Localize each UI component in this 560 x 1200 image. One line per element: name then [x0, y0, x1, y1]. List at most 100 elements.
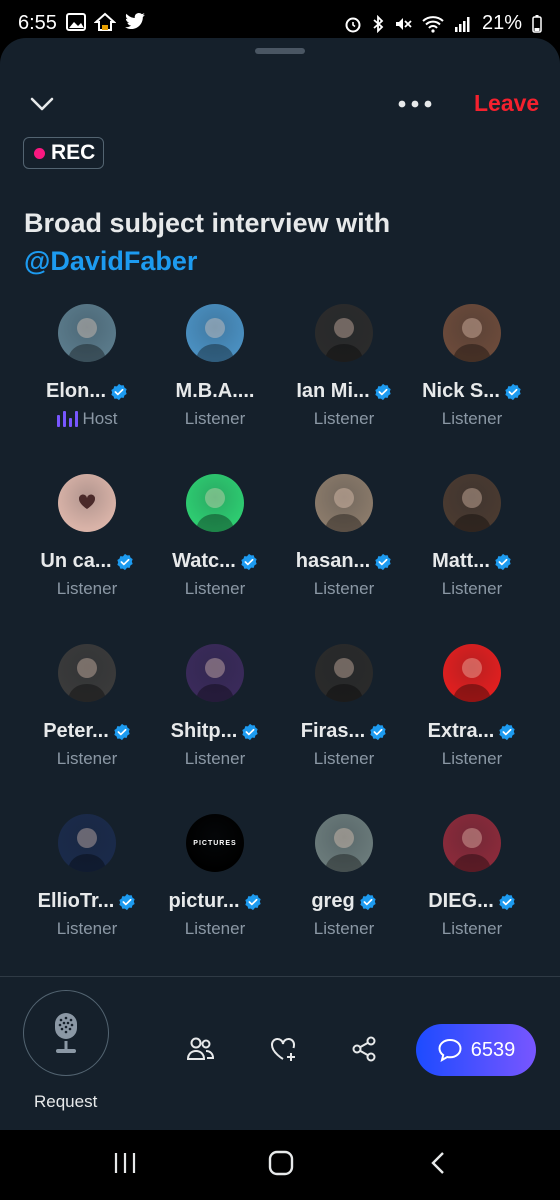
space-title: Broad subject interview with @DavidFaber [24, 204, 534, 280]
participant-item[interactable]: EllioTr... Listener [23, 814, 151, 939]
people-icon[interactable] [185, 1034, 215, 1064]
verified-icon [360, 893, 376, 910]
participant-item[interactable]: Matt... Listener [408, 474, 536, 599]
participant-name-row: DIEG... [408, 890, 536, 913]
avatar[interactable] [186, 474, 244, 532]
participant-name-row: greg [280, 890, 408, 913]
participant-item[interactable]: DIEG... Listener [408, 814, 536, 939]
participant-name: hasan... [295, 550, 371, 572]
participant-item[interactable]: M.B.A.... Listener [151, 304, 279, 429]
participant-item[interactable]: Extra... Listener [408, 644, 536, 769]
sheet-grabber[interactable] [255, 48, 305, 54]
person-silhouette-icon [325, 828, 363, 872]
participant-name: Ian Mi... [296, 380, 370, 402]
participant-item[interactable]: Watc... Listener [151, 474, 279, 599]
mute-icon [395, 17, 412, 30]
participant-name: Un ca... [40, 550, 112, 572]
participant-name: greg [311, 890, 355, 912]
rec-badge: REC [23, 137, 105, 169]
verified-icon [495, 553, 511, 570]
participant-role: Listener [56, 579, 118, 598]
avatar[interactable] [315, 474, 373, 532]
wifi-icon [422, 15, 444, 33]
participant-item[interactable]: Shitp... Listener [151, 644, 279, 769]
participant-item[interactable]: hasan... Listener [280, 474, 408, 599]
participant-role-row: Listener [151, 919, 279, 939]
bluetooth-icon [373, 14, 384, 33]
participant-name: Nick S... [422, 380, 500, 402]
participant-role-row: Listener [23, 749, 151, 769]
participant-item[interactable]: Peter... Listener [23, 644, 151, 769]
person-silhouette-icon [325, 318, 363, 362]
participant-name-row: Firas... [280, 720, 408, 743]
participant-name-row: Peter... [23, 720, 151, 743]
avatar[interactable] [186, 644, 244, 702]
verified-icon [116, 553, 133, 570]
participant-role: Listener [184, 749, 246, 768]
more-icon[interactable] [397, 92, 433, 116]
recents-icon[interactable] [112, 1150, 138, 1176]
space-title-mention[interactable]: @DavidFaber [24, 242, 534, 280]
person-silhouette-icon [453, 658, 491, 702]
participant-item[interactable]: PICTURES pictur... Listener [151, 814, 279, 939]
participant-name: Elon... [46, 380, 106, 402]
avatar[interactable] [186, 304, 244, 362]
person-silhouette-icon [196, 658, 234, 702]
participant-item[interactable]: Nick S... Listener [408, 304, 536, 429]
avatar[interactable] [315, 304, 373, 362]
verified-icon [119, 893, 135, 910]
gallery-icon [66, 13, 86, 31]
participant-role-row: Listener [151, 579, 279, 599]
chat-bubble-icon [438, 1038, 462, 1062]
person-silhouette-icon [453, 318, 491, 362]
participant-name-row: Elon... [23, 380, 151, 403]
avatar[interactable] [443, 304, 501, 362]
avatar[interactable] [58, 474, 116, 532]
participant-name-row: Nick S... [408, 380, 536, 403]
person-silhouette-icon [196, 488, 234, 532]
leave-button[interactable]: Leave [474, 90, 539, 117]
participant-name-row: pictur... [151, 890, 279, 913]
back-icon[interactable] [428, 1150, 448, 1176]
avatar[interactable] [443, 644, 501, 702]
participant-role: Listener [184, 409, 246, 428]
person-silhouette-icon [196, 318, 234, 362]
heart-plus-icon[interactable] [268, 1034, 298, 1064]
participant-name: Firas... [300, 720, 366, 742]
participant-name: Peter... [43, 720, 109, 742]
participant-item[interactable]: Firas... Listener [280, 644, 408, 769]
avatar[interactable] [58, 644, 116, 702]
avatar[interactable] [315, 644, 373, 702]
avatar[interactable] [443, 474, 501, 532]
person-silhouette-icon [68, 658, 106, 702]
avatar[interactable] [315, 814, 373, 872]
participant-role-row: Listener [408, 409, 536, 429]
participant-item[interactable]: greg Listener [280, 814, 408, 939]
home-icon [94, 12, 116, 31]
participant-name-row: Matt... [408, 550, 536, 573]
participant-role: Listener [313, 919, 375, 938]
participant-item[interactable]: Ian Mi... Listener [280, 304, 408, 429]
person-silhouette-icon [68, 828, 106, 872]
person-silhouette-icon [453, 828, 491, 872]
participant-role-row: Listener [23, 579, 151, 599]
avatar[interactable]: PICTURES [186, 814, 244, 872]
rec-label: REC [51, 141, 96, 164]
participant-name-row: M.B.A.... [151, 380, 279, 403]
participant-item[interactable]: Elon... Host [23, 304, 151, 429]
home-nav-icon[interactable] [267, 1150, 295, 1176]
chevron-down-icon[interactable] [28, 90, 56, 118]
participant-role-row: Listener [408, 579, 536, 599]
share-icon[interactable] [349, 1034, 379, 1064]
avatar[interactable] [58, 814, 116, 872]
participant-name: Watc... [172, 550, 236, 572]
bottom-divider [0, 976, 560, 977]
participant-item[interactable]: Un ca... Listener [23, 474, 151, 599]
request-mic-button[interactable] [23, 990, 109, 1076]
avatar[interactable] [58, 304, 116, 362]
avatar[interactable] [443, 814, 501, 872]
twitter-bird-icon [125, 13, 145, 30]
verified-icon [499, 893, 515, 910]
chat-button[interactable]: 6539 [416, 1024, 536, 1076]
verified-icon [241, 553, 257, 570]
